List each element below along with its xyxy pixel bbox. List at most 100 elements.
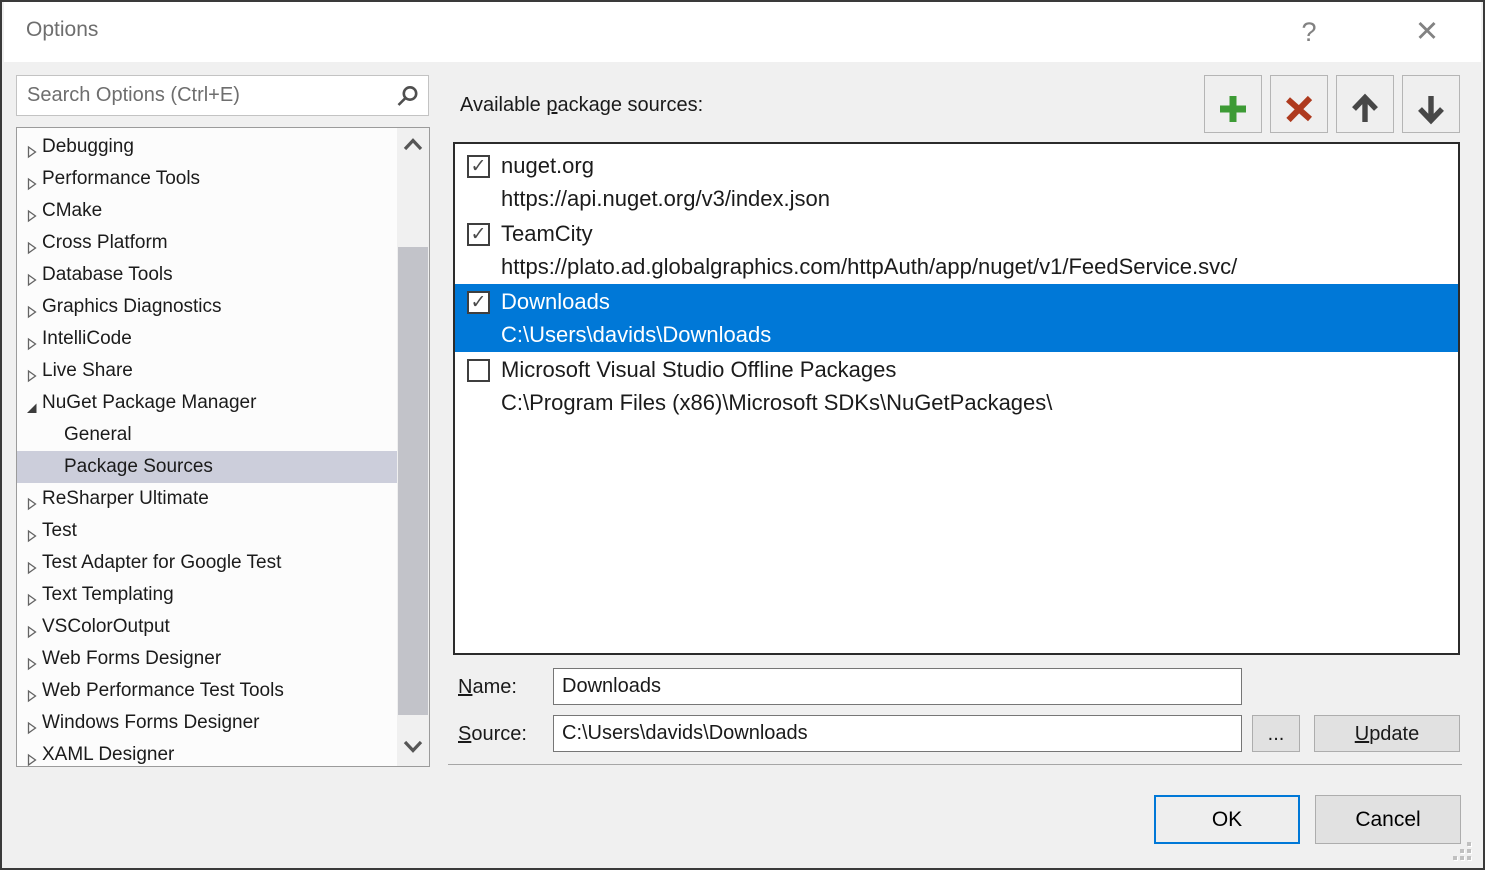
sidebar-item-label: NuGet Package Manager bbox=[42, 387, 256, 419]
sidebar-item-windows-forms-designer[interactable]: Windows Forms Designer bbox=[17, 707, 398, 739]
source-item-ms-offline-packages[interactable]: Microsoft Visual Studio Offline Packages… bbox=[455, 352, 1458, 420]
sidebar-item-label: Debugging bbox=[42, 131, 134, 163]
source-name: Downloads bbox=[501, 285, 1458, 319]
resize-grip-icon[interactable] bbox=[1453, 842, 1473, 862]
help-button[interactable]: ? bbox=[1285, 8, 1333, 56]
sidebar-item-label: Windows Forms Designer bbox=[42, 707, 260, 739]
chevron-right-icon bbox=[24, 267, 40, 283]
chevron-right-icon bbox=[24, 715, 40, 731]
source-input[interactable] bbox=[553, 715, 1242, 752]
update-button[interactable]: Update bbox=[1314, 715, 1460, 752]
x-icon bbox=[1282, 114, 1316, 129]
source-item-nuget-org[interactable]: ✓ nuget.org https://api.nuget.org/v3/ind… bbox=[455, 148, 1458, 216]
scroll-down-icon[interactable] bbox=[397, 734, 429, 766]
options-dialog: Options ? ✕ Debugging Performance Tools … bbox=[0, 0, 1485, 870]
remove-source-button[interactable] bbox=[1270, 75, 1328, 133]
search-input[interactable] bbox=[27, 76, 387, 115]
sidebar-item-label: Package Sources bbox=[64, 451, 213, 483]
sidebar-item-intellicode[interactable]: IntelliCode bbox=[17, 323, 398, 355]
checkbox-unchecked[interactable] bbox=[467, 359, 490, 382]
cancel-button[interactable]: Cancel bbox=[1315, 795, 1461, 844]
sidebar-item-label: Live Share bbox=[42, 355, 133, 387]
sidebar-item-text-templating[interactable]: Text Templating bbox=[17, 579, 398, 611]
scrollbar-thumb[interactable] bbox=[398, 247, 428, 715]
sidebar-item-test[interactable]: Test bbox=[17, 515, 398, 547]
sidebar-item-label: Web Forms Designer bbox=[42, 643, 221, 675]
close-button[interactable]: ✕ bbox=[1403, 8, 1451, 56]
sidebar-item-label: Text Templating bbox=[42, 579, 174, 611]
source-item-downloads[interactable]: ✓ Downloads C:\Users\davids\Downloads bbox=[455, 284, 1458, 352]
sidebar-item-database-tools[interactable]: Database Tools bbox=[17, 259, 398, 291]
sidebar-item-label: IntelliCode bbox=[42, 323, 132, 355]
source-url: https://plato.ad.globalgraphics.com/http… bbox=[501, 251, 1458, 283]
chevron-right-icon bbox=[24, 747, 40, 763]
sidebar-item-debugging[interactable]: Debugging bbox=[17, 131, 398, 163]
scroll-up-icon[interactable] bbox=[397, 128, 429, 160]
checkbox-checked[interactable]: ✓ bbox=[467, 291, 490, 314]
sidebar-item-resharper-ultimate[interactable]: ReSharper Ultimate bbox=[17, 483, 398, 515]
dialog-title: Options bbox=[26, 18, 98, 42]
sidebar-item-general[interactable]: General bbox=[17, 419, 398, 451]
name-input[interactable] bbox=[553, 668, 1242, 705]
sidebar-item-label: ReSharper Ultimate bbox=[42, 483, 209, 515]
move-up-button[interactable] bbox=[1336, 75, 1394, 133]
checkbox-checked[interactable]: ✓ bbox=[467, 155, 490, 178]
title-bar: Options ? ✕ bbox=[4, 2, 1481, 62]
chevron-right-icon bbox=[24, 555, 40, 571]
chevron-right-icon bbox=[24, 299, 40, 315]
arrow-down-icon bbox=[1414, 114, 1448, 129]
chevron-right-icon bbox=[24, 171, 40, 187]
sidebar-item-cmake[interactable]: CMake bbox=[17, 195, 398, 227]
chevron-right-icon bbox=[24, 203, 40, 219]
source-url: https://api.nuget.org/v3/index.json bbox=[501, 183, 1458, 215]
tree-scrollbar[interactable] bbox=[397, 128, 429, 766]
sidebar-item-cross-platform[interactable]: Cross Platform bbox=[17, 227, 398, 259]
search-box bbox=[16, 75, 429, 116]
add-source-button[interactable] bbox=[1204, 75, 1262, 133]
sidebar-item-live-share[interactable]: Live Share bbox=[17, 355, 398, 387]
package-sources-list: ✓ nuget.org https://api.nuget.org/v3/ind… bbox=[453, 142, 1460, 655]
sidebar-item-web-performance-test-tools[interactable]: Web Performance Test Tools bbox=[17, 675, 398, 707]
chevron-right-icon bbox=[24, 139, 40, 155]
chevron-right-icon bbox=[24, 491, 40, 507]
source-label: Source: bbox=[458, 723, 527, 746]
arrow-up-icon bbox=[1348, 114, 1382, 129]
checkbox-checked[interactable]: ✓ bbox=[467, 223, 490, 246]
sidebar-item-label: Database Tools bbox=[42, 259, 173, 291]
sidebar-item-label: Test Adapter for Google Test bbox=[42, 547, 281, 579]
chevron-right-icon bbox=[24, 587, 40, 603]
name-label: Name: bbox=[458, 676, 517, 699]
sidebar-item-performance-tools[interactable]: Performance Tools bbox=[17, 163, 398, 195]
browse-button[interactable]: ... bbox=[1252, 715, 1300, 752]
sidebar-item-label: Web Performance Test Tools bbox=[42, 675, 284, 707]
source-url: C:\Users\davids\Downloads bbox=[501, 319, 1458, 351]
sidebar-item-graphics-diagnostics[interactable]: Graphics Diagnostics bbox=[17, 291, 398, 323]
move-down-button[interactable] bbox=[1402, 75, 1460, 133]
chevron-right-icon bbox=[24, 235, 40, 251]
source-name: nuget.org bbox=[501, 149, 1458, 183]
source-item-teamcity[interactable]: ✓ TeamCity https://plato.ad.globalgraphi… bbox=[455, 216, 1458, 284]
chevron-right-icon bbox=[24, 619, 40, 635]
chevron-expanded-icon bbox=[24, 395, 40, 411]
sidebar-item-package-sources[interactable]: Package Sources bbox=[17, 451, 398, 483]
sidebar-item-label: Test bbox=[42, 515, 77, 547]
ok-button[interactable]: OK bbox=[1154, 795, 1300, 844]
sidebar-item-label: Performance Tools bbox=[42, 163, 200, 195]
sidebar-item-web-forms-designer[interactable]: Web Forms Designer bbox=[17, 643, 398, 675]
sidebar-item-label: VSColorOutput bbox=[42, 611, 170, 643]
plus-icon bbox=[1216, 114, 1250, 129]
sidebar-item-label: Cross Platform bbox=[42, 227, 168, 259]
sidebar-item-xaml-designer[interactable]: XAML Designer bbox=[17, 739, 398, 767]
chevron-right-icon bbox=[24, 651, 40, 667]
source-name: TeamCity bbox=[501, 217, 1458, 251]
search-icon bbox=[394, 84, 420, 115]
chevron-right-icon bbox=[24, 331, 40, 347]
source-name: Microsoft Visual Studio Offline Packages bbox=[501, 353, 1458, 387]
sidebar-item-vscoloroutput[interactable]: VSColorOutput bbox=[17, 611, 398, 643]
footer-divider bbox=[448, 764, 1462, 765]
source-url: C:\Program Files (x86)\Microsoft SDKs\Nu… bbox=[501, 387, 1458, 419]
sidebar-item-nuget-package-manager[interactable]: NuGet Package Manager bbox=[17, 387, 398, 419]
chevron-right-icon bbox=[24, 363, 40, 379]
sidebar-item-test-adapter-google-test[interactable]: Test Adapter for Google Test bbox=[17, 547, 398, 579]
sidebar-item-label: CMake bbox=[42, 195, 102, 227]
